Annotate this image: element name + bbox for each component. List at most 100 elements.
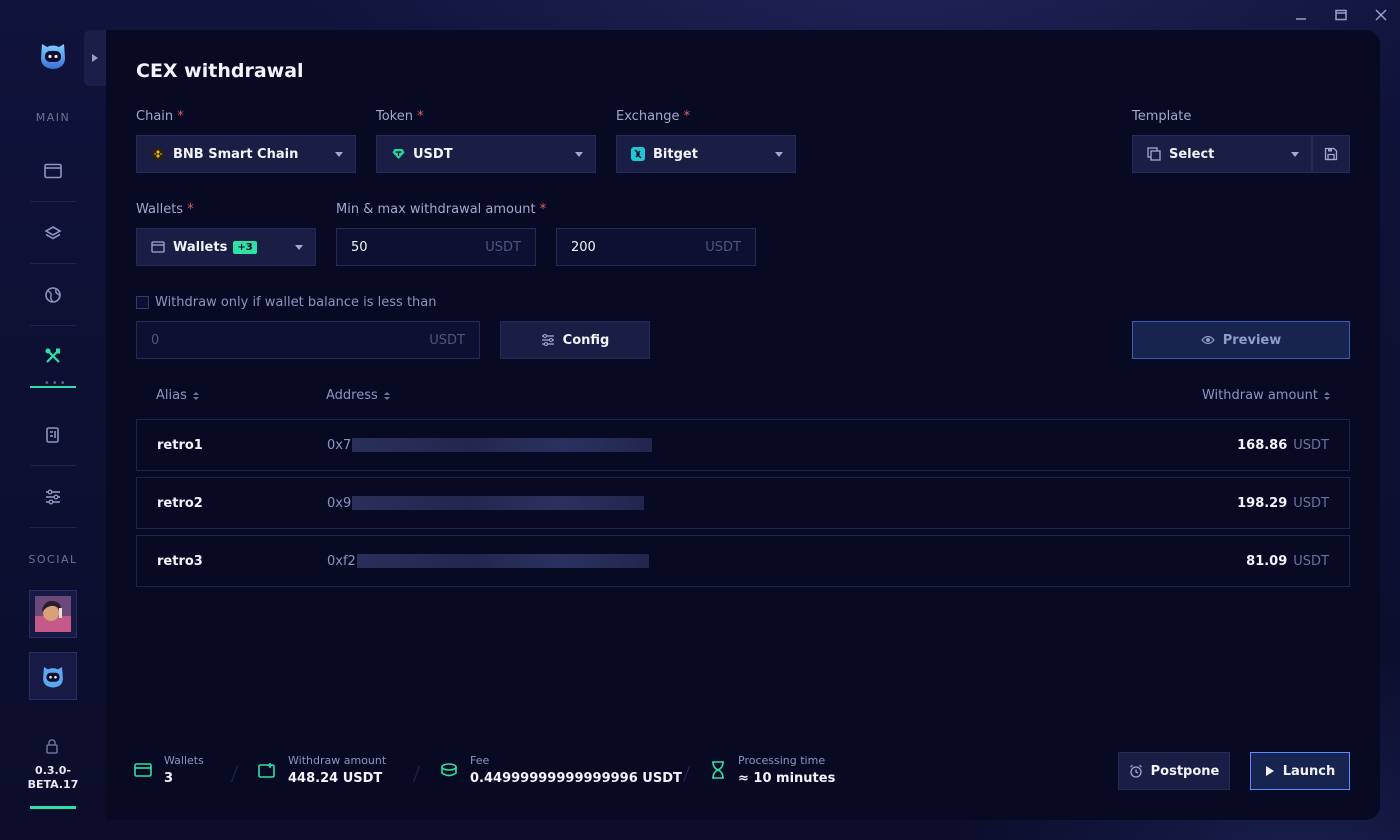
config-button-label: Config xyxy=(562,332,610,348)
table-row[interactable]: retro2 0x9 198.29 USDT xyxy=(136,477,1350,529)
footer-divider xyxy=(683,766,690,782)
wallets-count-badge: +3 xyxy=(233,240,257,254)
lock-icon[interactable] xyxy=(45,738,59,758)
copy-template-icon xyxy=(1147,147,1161,161)
launch-button[interactable]: Launch xyxy=(1250,752,1350,790)
browser-window-icon xyxy=(44,163,62,178)
sort-icon xyxy=(192,391,199,400)
exchange-select[interactable]: Bitget xyxy=(616,135,796,173)
wallet-icon xyxy=(151,240,165,254)
wallet-icon xyxy=(134,762,152,778)
address-redaction xyxy=(352,496,645,510)
token-select[interactable]: USDT xyxy=(376,135,596,173)
table-row[interactable]: retro3 0xf2 81.09 USDT xyxy=(136,535,1350,587)
balance-check-checkbox[interactable]: Withdraw only if wallet balance is less … xyxy=(136,295,437,310)
exchange-label: Exchange * xyxy=(616,109,691,124)
chain-select-value: BNB Smart Chain xyxy=(173,146,299,162)
max-amount-input[interactable]: 200 USDT xyxy=(556,228,756,266)
sidebar-main-label: MAIN xyxy=(35,111,71,124)
row-alias: retro2 xyxy=(157,495,203,511)
chevron-down-icon xyxy=(575,151,583,157)
token-label: Token * xyxy=(376,109,424,124)
column-header-alias[interactable]: Alias xyxy=(156,388,199,403)
page-title: CEX withdrawal xyxy=(136,60,304,82)
wallet-add-icon xyxy=(258,762,276,778)
sidebar-item-report[interactable] xyxy=(30,404,76,466)
amount-label: Min & max withdrawal amount * xyxy=(336,202,547,217)
max-amount-value: 200 xyxy=(571,239,596,255)
play-icon xyxy=(1265,766,1274,776)
column-header-address[interactable]: Address xyxy=(326,388,390,403)
preview-button[interactable]: Preview xyxy=(1132,321,1350,359)
row-address: 0x7 xyxy=(327,438,653,453)
window-controls xyxy=(1292,6,1390,24)
alarm-clock-icon xyxy=(1129,764,1142,778)
close-icon[interactable] xyxy=(1372,6,1390,24)
version-line-1: 0.3.0- xyxy=(35,764,71,777)
wallets-select[interactable]: Wallets +3 xyxy=(136,228,316,266)
maximize-icon[interactable] xyxy=(1332,6,1350,24)
sliders-icon xyxy=(46,489,60,504)
row-amount: 198.29 USDT xyxy=(1237,495,1329,511)
sidebar-item-window[interactable] xyxy=(30,140,76,202)
sidebar-social-label: SOCIAL xyxy=(28,553,78,566)
version-line-2: BETA.17 xyxy=(27,778,79,791)
table-row[interactable]: retro1 0x7 168.86 USDT xyxy=(136,419,1350,471)
social-avatar-user[interactable] xyxy=(29,590,77,638)
app-logo-icon xyxy=(43,666,63,688)
layers-icon xyxy=(44,225,62,239)
save-template-button[interactable] xyxy=(1312,135,1350,173)
wallets-label: Wallets * xyxy=(136,202,194,217)
balance-check-label: Withdraw only if wallet balance is less … xyxy=(155,295,437,310)
template-select-value: Select xyxy=(1169,146,1215,162)
minimize-icon[interactable] xyxy=(1292,6,1310,24)
coins-icon xyxy=(440,762,458,778)
min-amount-input[interactable]: 50 USDT xyxy=(336,228,536,266)
config-button[interactable]: Config xyxy=(500,321,650,359)
wallets-select-value: Wallets xyxy=(173,239,228,255)
exchange-select-value: Bitget xyxy=(653,146,698,162)
sidebar-item-settings[interactable] xyxy=(30,466,76,528)
hourglass-icon xyxy=(710,761,726,779)
template-select[interactable]: Select xyxy=(1132,135,1312,173)
report-icon xyxy=(46,426,59,443)
footer-stat-wallets: Wallets 3 xyxy=(134,754,204,786)
postpone-button[interactable]: Postpone xyxy=(1118,752,1230,790)
balance-threshold-unit: USDT xyxy=(429,332,465,348)
chain-label: Chain * xyxy=(136,109,184,124)
checkbox-box[interactable] xyxy=(136,296,149,309)
social-app-logo[interactable] xyxy=(29,652,77,700)
footer-stat-fee: Fee 0.44999999999999996 USDT xyxy=(440,754,682,786)
sidebar-item-globe[interactable] xyxy=(30,264,76,326)
balance-threshold-input[interactable]: 0 USDT xyxy=(136,321,480,359)
eye-icon xyxy=(1200,335,1215,345)
address-redaction xyxy=(356,554,649,568)
sidebar-item-layers[interactable] xyxy=(30,202,76,264)
row-alias: retro3 xyxy=(157,553,203,569)
sidebar: MAIN ••• SOCIAL 0.3.0- BETA.17 xyxy=(0,0,106,840)
column-header-amount[interactable]: Withdraw amount xyxy=(1202,388,1330,403)
row-amount: 81.09 USDT xyxy=(1246,553,1329,569)
main-panel: CEX withdrawal Chain * Token * Exchange … xyxy=(106,30,1380,820)
globe-icon xyxy=(45,286,61,303)
address-redaction xyxy=(352,438,653,452)
row-address: 0x9 xyxy=(327,496,645,511)
usdt-token-icon xyxy=(391,147,405,161)
tools-icon xyxy=(45,348,60,363)
chain-select[interactable]: BNB Smart Chain xyxy=(136,135,356,173)
footer-divider xyxy=(413,766,420,782)
chevron-down-icon xyxy=(295,244,303,250)
sliders-icon xyxy=(541,334,554,346)
bitget-exchange-icon xyxy=(631,147,645,161)
version-indicator-bar xyxy=(30,806,76,809)
app-logo-icon[interactable] xyxy=(36,38,70,72)
min-amount-unit: USDT xyxy=(485,239,521,255)
chevron-down-icon xyxy=(1291,151,1299,157)
balance-threshold-value: 0 xyxy=(151,332,160,348)
chevron-right-icon xyxy=(92,54,98,62)
max-amount-unit: USDT xyxy=(705,239,741,255)
launch-button-label: Launch xyxy=(1282,763,1336,779)
min-amount-value: 50 xyxy=(351,239,368,255)
postpone-button-label: Postpone xyxy=(1150,763,1220,779)
sidebar-expand-button[interactable] xyxy=(84,30,106,86)
